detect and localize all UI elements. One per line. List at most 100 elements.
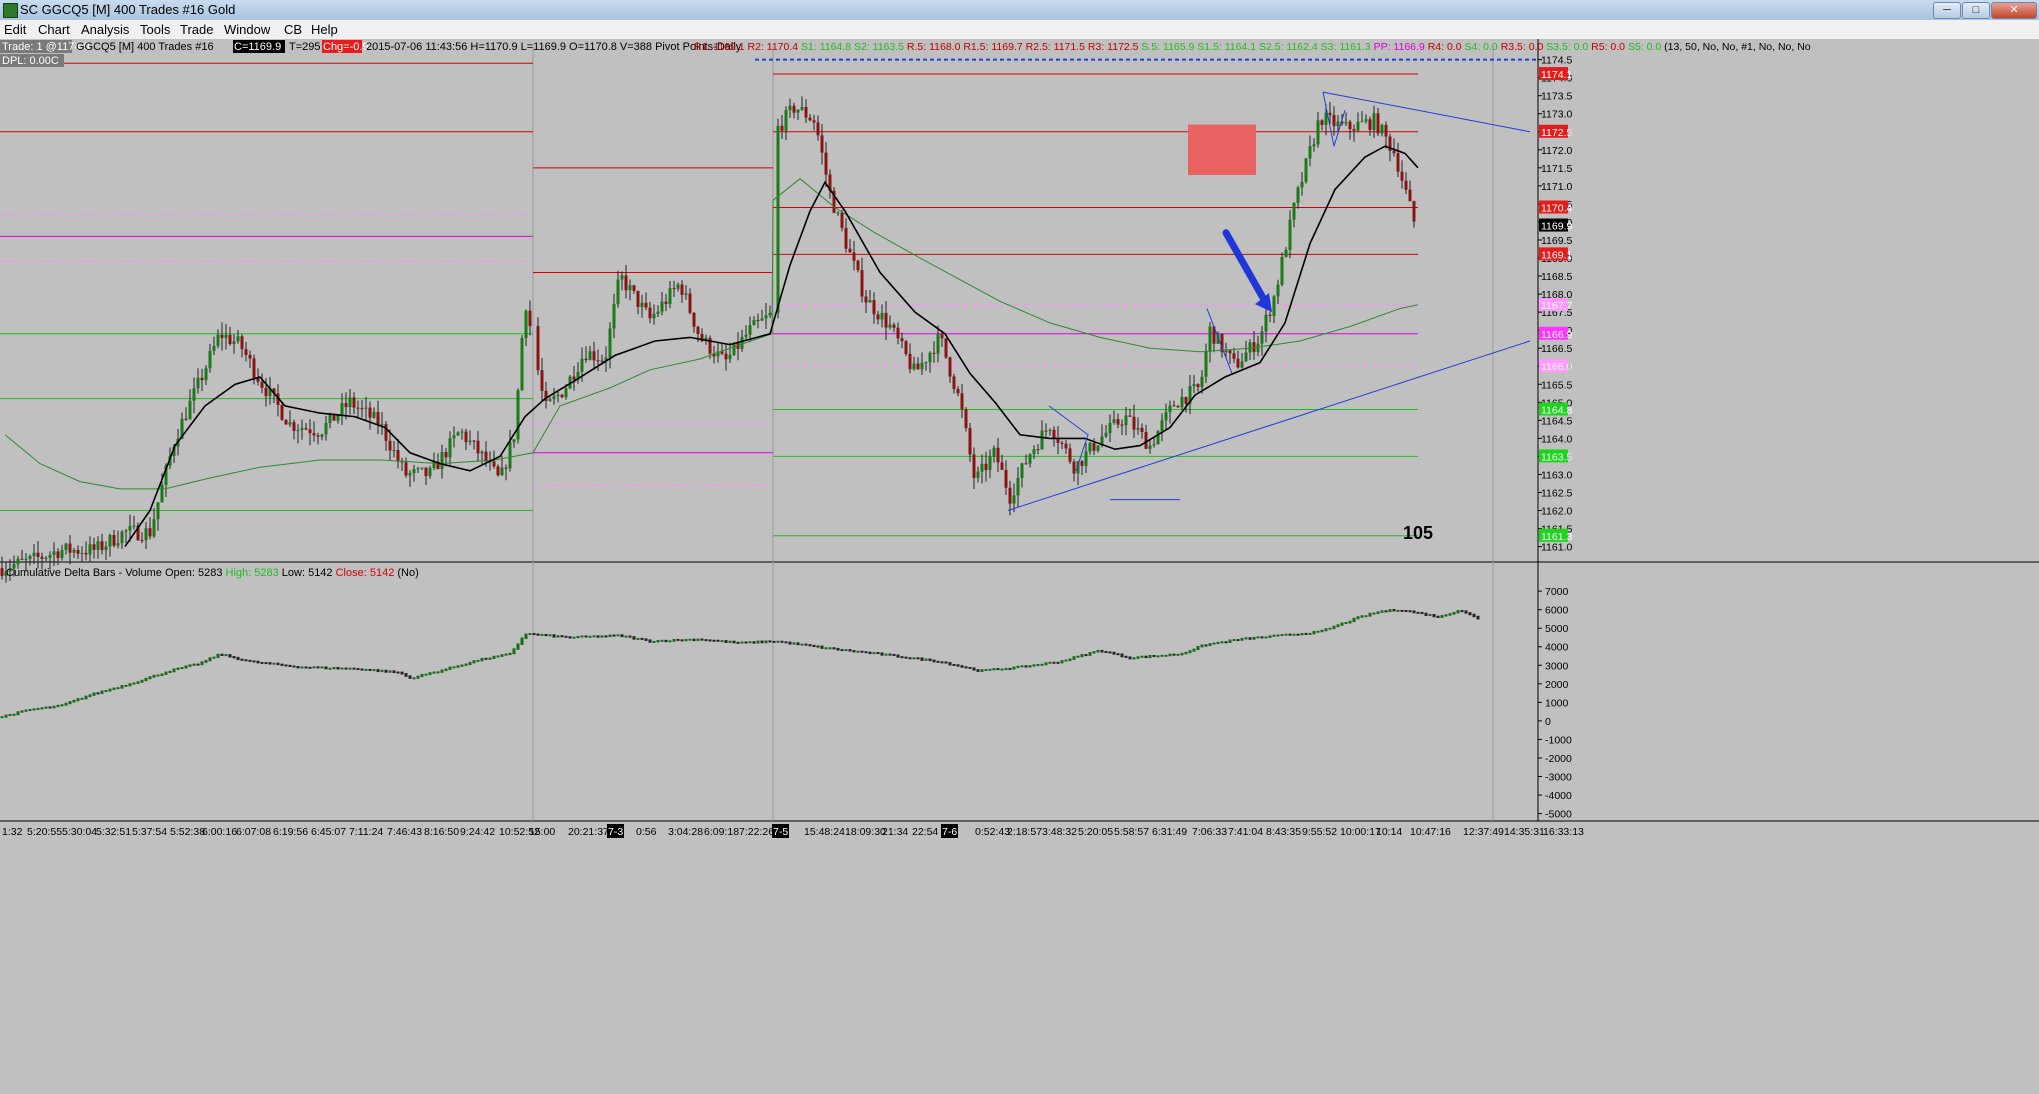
time-label: 2:18:57	[1007, 826, 1042, 838]
delta-bar	[232, 656, 236, 659]
candle-body	[60, 550, 64, 559]
candle-body	[236, 336, 240, 342]
delta-bar	[1020, 665, 1024, 668]
candle-body	[156, 502, 160, 520]
price-chart[interactable]: 1051174.51174.01173.51173.01172.51172.01…	[0, 39, 2039, 1089]
menu-help[interactable]: Help	[311, 22, 338, 37]
delta-bar	[536, 633, 540, 636]
candle-body	[1032, 449, 1036, 455]
delta-bar	[444, 668, 448, 672]
candle-body	[808, 117, 812, 121]
delta-bar	[940, 661, 944, 664]
delta-bar	[128, 683, 132, 687]
candle-body	[984, 463, 988, 471]
delta-bar	[1208, 643, 1212, 647]
candle-body	[1044, 430, 1048, 432]
delta-bar	[296, 666, 300, 669]
close-button[interactable]: ✕	[1991, 2, 2037, 19]
delta-bar	[1464, 610, 1468, 614]
pivot-value: R3: 1172.5	[1088, 41, 1142, 53]
delta-bar	[1184, 651, 1188, 655]
delta-bar	[980, 669, 984, 672]
delta-bar	[104, 690, 108, 693]
candle-body	[628, 285, 632, 291]
delta-bar	[712, 639, 716, 642]
candle-body	[1040, 430, 1044, 450]
menu-analysis[interactable]: Analysis	[81, 22, 129, 37]
delta-bar	[1056, 661, 1060, 664]
candle-body	[620, 275, 624, 280]
delta-bar	[1472, 613, 1476, 618]
delta-bar	[976, 669, 980, 672]
candle-body	[1060, 442, 1064, 444]
menu-cb[interactable]: CB	[284, 22, 302, 37]
delta-bar	[468, 661, 472, 666]
delta-bar	[212, 656, 216, 659]
candle-body	[108, 535, 112, 547]
delta-bar	[768, 640, 772, 643]
delta-bar	[1032, 664, 1036, 667]
candle-body	[260, 381, 264, 388]
delta-bar	[824, 647, 828, 650]
candle-body	[124, 530, 128, 532]
candle-body	[964, 409, 968, 429]
delta-bar	[916, 657, 920, 660]
delta-bar	[1416, 611, 1420, 614]
candle-body	[204, 368, 208, 381]
candle-body	[684, 293, 688, 295]
delta-bar	[1100, 649, 1104, 653]
time-label: 7:22:26	[739, 826, 774, 838]
delta-bar	[756, 640, 760, 644]
candle-body	[908, 353, 912, 370]
menu-tools[interactable]: Tools	[140, 22, 170, 37]
price-tick-label: 1169.5	[1541, 235, 1572, 247]
delta-bar	[1424, 612, 1428, 616]
candle-body	[696, 326, 700, 334]
candle-body	[1144, 431, 1148, 449]
candle-body	[96, 541, 100, 550]
candle-body	[1140, 427, 1144, 432]
candle-body	[1048, 429, 1052, 431]
delta-tick-label: -5000	[1545, 809, 1572, 821]
delta-bar	[32, 708, 36, 711]
candle-body	[424, 467, 428, 477]
candle-body	[900, 338, 904, 342]
delta-bar	[868, 651, 872, 655]
minimize-button[interactable]: ─	[1933, 2, 1961, 19]
candle-body	[100, 541, 104, 551]
candle-body	[232, 341, 236, 345]
chart-window[interactable]: 1051174.51174.01173.51173.01172.51172.01…	[0, 39, 2039, 1089]
candle-body	[1072, 461, 1076, 474]
study-study: Cumulative Delta Bars - Volume	[6, 567, 165, 579]
candle-body	[1320, 120, 1324, 125]
delta-bar	[932, 659, 936, 663]
delta-tick-label: 3000	[1545, 660, 1569, 672]
price-tick-label: 1173.0	[1541, 109, 1572, 121]
delta-bar	[640, 637, 644, 640]
price-axis[interactable]: 1174.51174.01173.51173.01172.51172.01171…	[1538, 55, 1572, 554]
pivot-value: S4: 0.0	[1464, 41, 1500, 53]
menu-chart[interactable]: Chart	[38, 22, 70, 37]
delta-bar	[860, 650, 864, 653]
delta-bar	[1384, 610, 1388, 613]
candle-body	[292, 422, 296, 431]
delta-bar	[1380, 610, 1384, 613]
delta-bar	[1232, 639, 1236, 642]
menu-window[interactable]: Window	[224, 22, 270, 37]
delta-bar	[732, 640, 736, 644]
delta-bar	[464, 663, 468, 666]
candle-body	[1256, 343, 1260, 352]
menu-edit[interactable]: Edit	[4, 22, 26, 37]
candle-body	[1024, 463, 1028, 465]
candle-body	[1264, 314, 1268, 332]
delta-bar	[1000, 668, 1004, 671]
candle-body	[284, 419, 288, 425]
delta-bar	[884, 653, 888, 656]
delta-bar	[416, 675, 420, 679]
candle-body	[640, 302, 644, 307]
maximize-button[interactable]: □	[1962, 2, 1990, 19]
menu-trade[interactable]: Trade	[180, 22, 213, 37]
delta-bar	[196, 663, 200, 666]
highlight-box[interactable]	[1188, 124, 1256, 176]
study-flag: (No)	[397, 567, 418, 579]
